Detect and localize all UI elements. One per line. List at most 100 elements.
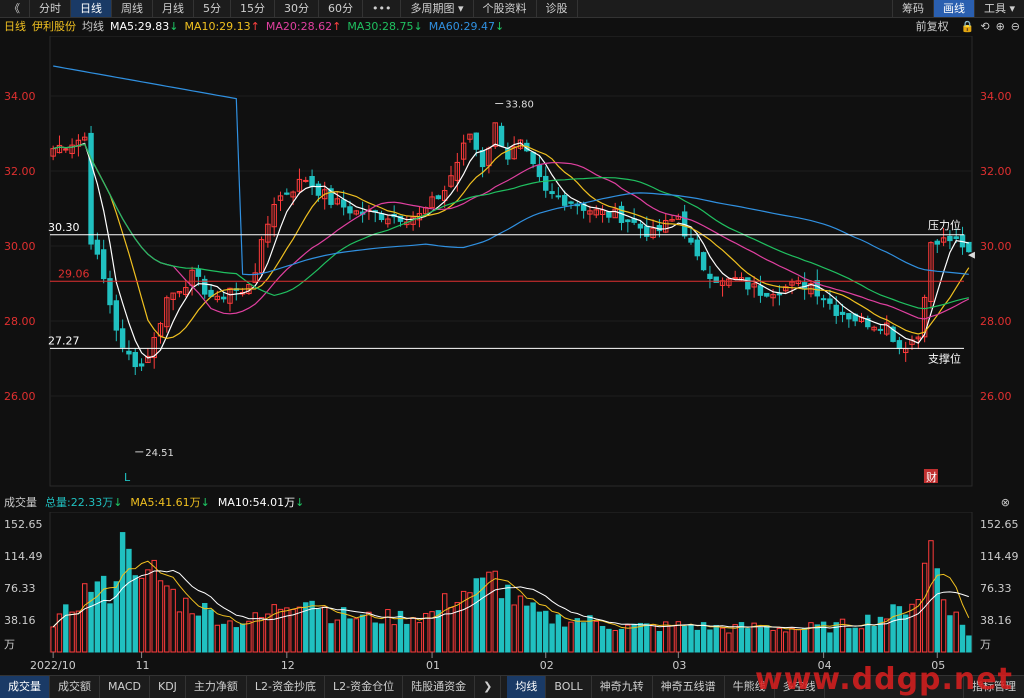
back-icon[interactable]: 《	[0, 0, 30, 17]
volume-bar	[858, 628, 865, 653]
volume-bar	[846, 628, 852, 653]
lock-icon[interactable]: 🔒	[961, 18, 975, 36]
volume-bar	[530, 602, 536, 653]
volume-bar	[618, 628, 625, 653]
candle-body	[757, 285, 764, 296]
toolbar-right-button[interactable]: 画线	[932, 0, 974, 17]
period-tab[interactable]: 个股资料	[474, 0, 537, 17]
overlay-tab[interactable]: BOLL	[546, 676, 592, 698]
volume-bar	[871, 625, 877, 653]
ma-type-label[interactable]: 均线	[82, 18, 104, 36]
indicator-tab[interactable]: L2-资金抄底	[247, 676, 326, 698]
volume-bar	[246, 620, 252, 653]
indicator-tab[interactable]: 成交额	[50, 676, 100, 698]
zoom-in-icon[interactable]: ⊕	[996, 18, 1005, 36]
volume-bar	[164, 585, 170, 653]
indicator-tab[interactable]: 主力净额	[186, 676, 247, 698]
close-volume-icon[interactable]: ⊗	[1001, 494, 1010, 512]
volume-bar	[896, 606, 903, 653]
period-tab[interactable]: •••	[363, 0, 402, 17]
period-tab[interactable]: 周线	[112, 0, 153, 17]
stock-name[interactable]: 伊利股份	[32, 18, 76, 36]
volume-bar	[498, 598, 505, 653]
trend-arrow-icon: ↓	[413, 20, 423, 33]
candle-body	[315, 183, 322, 196]
volume-bar	[524, 605, 530, 653]
volume-bar	[366, 611, 372, 653]
period-tab[interactable]: 60分	[319, 0, 363, 17]
volume-bar	[284, 607, 290, 653]
toolbar-right-button[interactable]: 工具 ▾	[973, 0, 1024, 17]
candle-body	[100, 249, 107, 280]
period-tab[interactable]: 5分	[194, 0, 231, 17]
period-tab[interactable]: 诊股	[537, 0, 578, 17]
y-tick-label-left: 32.00	[4, 165, 36, 178]
indicator-tab[interactable]: MACD	[100, 676, 150, 698]
volume-bar	[536, 611, 543, 653]
candlestick-chart[interactable]: 26.00 26.00 28.00 28.00 30.00 30.00 32.00 32.00…	[0, 36, 1024, 488]
volume-bar	[865, 614, 871, 653]
trend-arrow-icon: ↑	[332, 20, 342, 33]
candle-body	[947, 235, 953, 242]
overlay-tab[interactable]: 牛熊线	[725, 676, 775, 698]
volume-bar	[694, 629, 701, 653]
zoom-out-icon[interactable]: ⊖	[1011, 18, 1020, 36]
reset-icon[interactable]: ⟲	[980, 18, 989, 36]
adjust-dropdown[interactable]: 前复权	[916, 18, 949, 36]
volume-bar	[966, 635, 972, 653]
volume-bar	[492, 570, 498, 653]
indicator-tab[interactable]: KDJ	[150, 676, 186, 698]
volume-bar	[151, 559, 157, 653]
indicator-tab[interactable]: ❯	[475, 676, 502, 698]
period-tab[interactable]: 日线	[71, 0, 112, 17]
y-tick-label-right: 26.00	[980, 390, 1012, 403]
period-tab[interactable]: 15分	[231, 0, 275, 17]
candle-body	[625, 219, 631, 223]
y-tick-label-right: 34.00	[980, 90, 1012, 103]
volume-y-tick-left: 38.16	[4, 614, 36, 627]
candle-body	[113, 300, 120, 331]
volume-bar	[707, 629, 713, 653]
overlay-tab[interactable]: 神奇五线谱	[653, 676, 725, 698]
period-tab[interactable]: 多周期图 ▾	[401, 0, 474, 17]
volume-chart[interactable]: 38.16 38.16 76.33 76.33 114.49 114.49 152.65 15…	[0, 512, 1024, 675]
period-tab[interactable]: 分时	[30, 0, 71, 17]
price-level-label: 27.27	[48, 334, 80, 347]
volume-bar	[176, 611, 183, 653]
overlay-tab[interactable]: 均线	[507, 676, 547, 698]
candle-body	[543, 175, 549, 191]
candle-body	[88, 132, 94, 245]
indicator-settings-button[interactable]: 指标管理	[963, 676, 1024, 698]
y-tick-label-right: 32.00	[980, 165, 1012, 178]
x-tick-label: 12	[281, 659, 295, 672]
period-tab[interactable]: 30分	[275, 0, 319, 17]
volume-bar	[606, 628, 612, 653]
toolbar-right-button[interactable]: 筹码	[891, 0, 933, 17]
ma-legend-item: MA30:28.75↓	[347, 20, 423, 33]
candle-body	[827, 298, 833, 304]
ma-legend-item: MA60:29.47↓	[428, 20, 505, 33]
volume-legend-item: 总量:22.33万↓	[45, 496, 123, 509]
indicator-tab[interactable]: 成交量	[0, 676, 50, 698]
indicator-tab[interactable]: L2-资金仓位	[325, 676, 404, 698]
volume-y-tick-right: 114.49	[980, 550, 1019, 563]
candle-body	[694, 239, 701, 257]
volume-bar	[391, 624, 397, 653]
volume-bar	[675, 621, 682, 653]
volume-bar	[574, 618, 581, 653]
volume-bar	[852, 627, 858, 653]
volume-bar	[378, 623, 385, 653]
indicator-tab[interactable]: 陆股通资金	[403, 676, 476, 698]
overlay-tab[interactable]: 神奇九转	[592, 676, 653, 698]
volume-ma-line	[52, 569, 969, 629]
period-tab[interactable]: 月线	[153, 0, 194, 17]
overlay-tab[interactable]: 多空线	[775, 676, 825, 698]
x-tick-label: 03	[672, 659, 686, 672]
candle-body	[126, 350, 132, 355]
candle-body	[530, 151, 536, 165]
volume-bar	[909, 603, 915, 653]
volume-bar	[189, 613, 195, 653]
ma-legend-bar: 日线 伊利股份 均线 MA5:29.83↓ MA10:29.13↑ MA20:28.…	[0, 18, 1024, 36]
volume-bar	[328, 623, 334, 653]
volume-bar	[795, 629, 802, 653]
